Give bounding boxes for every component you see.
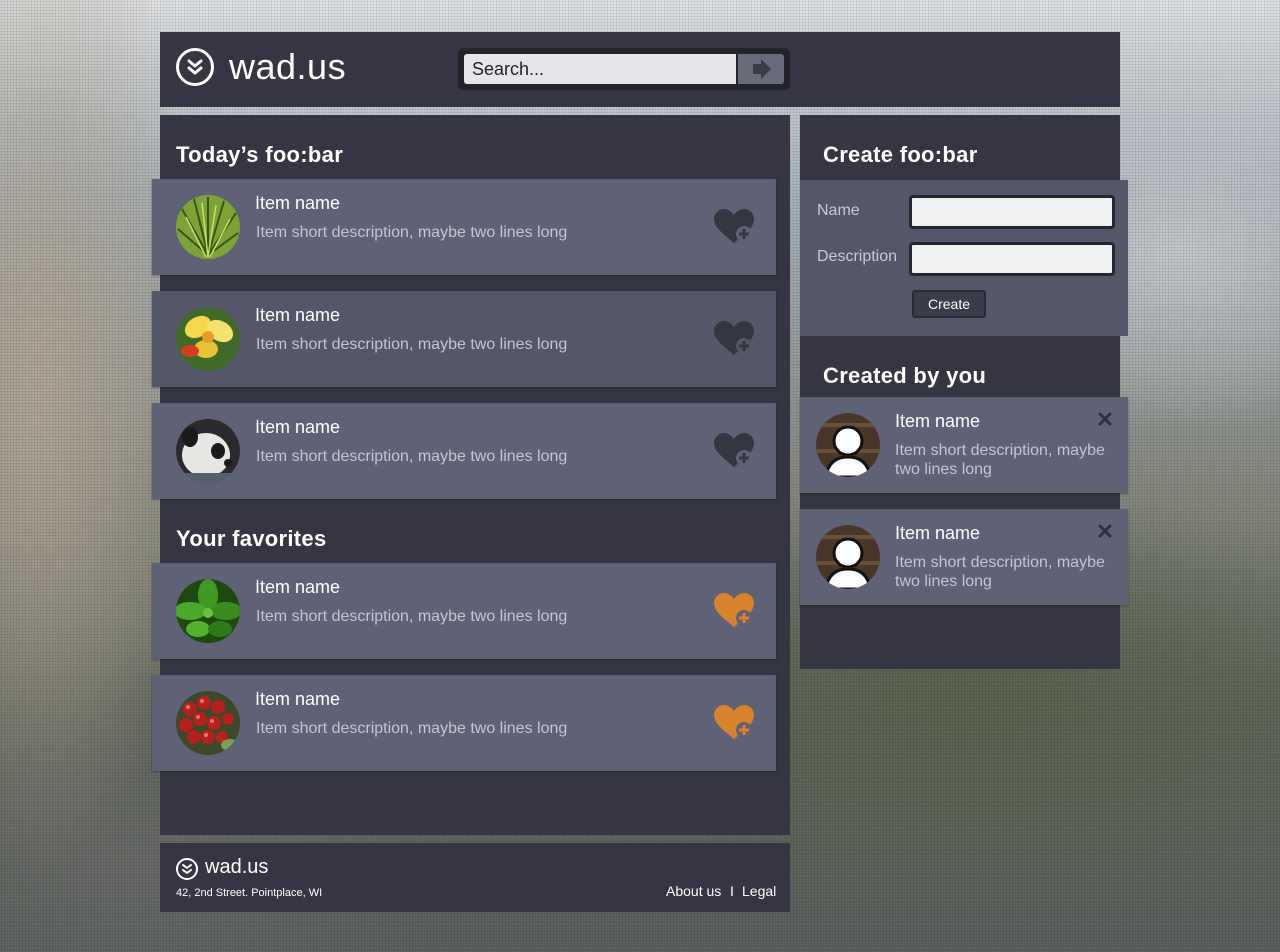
item-name: Item name <box>895 411 981 431</box>
create-button[interactable]: Create <box>912 290 986 318</box>
legal-link[interactable]: Legal <box>742 883 776 899</box>
description-field[interactable] <box>909 242 1115 276</box>
item-thumbnail <box>176 419 240 483</box>
item-thumbnail <box>176 195 240 259</box>
item-name: Item name <box>255 417 341 437</box>
avatar <box>816 413 880 477</box>
heart-plus-icon <box>714 209 754 243</box>
today-item-1[interactable]: Item name Item short description, maybe … <box>152 179 776 275</box>
about-us-link[interactable]: About us <box>666 883 721 899</box>
item-description: Item short description, maybe two lines … <box>256 608 568 625</box>
footer-address: 42, 2nd Street. Pointplace, WI <box>176 887 323 899</box>
created-item-2[interactable]: Item name Item short description, maybe … <box>800 509 1128 605</box>
favorites-title: Your favorites <box>176 526 327 551</box>
name-label: Name <box>817 202 860 219</box>
item-name: Item name <box>895 523 981 543</box>
close-icon <box>1098 412 1112 426</box>
footer-logo-text[interactable]: wad.us <box>205 856 268 879</box>
created-title: Created by you <box>823 363 987 388</box>
favorite-item-2[interactable]: Item name Item short description, maybe … <box>152 675 776 771</box>
favorite-toggle-button[interactable] <box>714 209 754 245</box>
item-name: Item name <box>255 193 341 213</box>
heart-plus-icon <box>714 433 754 467</box>
item-description: Item short description, maybe two lines … <box>895 442 1105 478</box>
favorite-toggle-button[interactable] <box>714 321 754 357</box>
logo-text[interactable]: wad.us <box>229 46 346 88</box>
footer-separator: I <box>730 883 734 899</box>
create-title: Create foo:bar <box>823 142 978 167</box>
favorite-toggle-button[interactable] <box>714 433 754 469</box>
search-button[interactable] <box>738 54 784 84</box>
heart-plus-icon <box>714 593 754 627</box>
item-thumbnail <box>176 579 240 643</box>
item-description: Item short description, maybe two lines … <box>256 720 568 737</box>
footer: wad.us 42, 2nd Street. Pointplace, WI Ab… <box>160 843 790 912</box>
today-item-3[interactable]: Item name Item short description, maybe … <box>152 403 776 499</box>
item-thumbnail <box>176 307 240 371</box>
item-description: Item short description, maybe two lines … <box>256 224 568 241</box>
created-item-1[interactable]: Item name Item short description, maybe … <box>800 397 1128 493</box>
remove-button[interactable] <box>1098 524 1112 538</box>
item-name: Item name <box>255 305 341 325</box>
heart-plus-icon <box>714 321 754 355</box>
favorite-item-1[interactable]: Item name Item short description, maybe … <box>152 563 776 659</box>
item-thumbnail <box>176 691 240 755</box>
footer-logo-icon <box>176 858 198 880</box>
favorite-toggle-button[interactable] <box>714 705 754 741</box>
logo-icon <box>176 48 214 86</box>
search-input[interactable] <box>464 54 736 84</box>
item-name: Item name <box>255 577 341 597</box>
heart-plus-icon <box>714 705 754 739</box>
today-title: Today’s foo:bar <box>176 142 344 167</box>
search-bar <box>458 48 790 90</box>
item-description: Item short description, maybe two lines … <box>895 554 1105 590</box>
remove-button[interactable] <box>1098 412 1112 426</box>
item-description: Item short description, maybe two lines … <box>256 448 568 465</box>
today-item-2[interactable]: Item name Item short description, maybe … <box>152 291 776 387</box>
avatar <box>816 525 880 589</box>
name-field[interactable] <box>909 195 1115 229</box>
close-icon <box>1098 524 1112 538</box>
arrow-right-icon <box>753 59 771 79</box>
item-description: Item short description, maybe two lines … <box>256 336 568 353</box>
description-label: Description <box>817 248 898 265</box>
favorite-toggle-button[interactable] <box>714 593 754 629</box>
header-bar: wad.us <box>160 32 1120 107</box>
item-name: Item name <box>255 689 341 709</box>
